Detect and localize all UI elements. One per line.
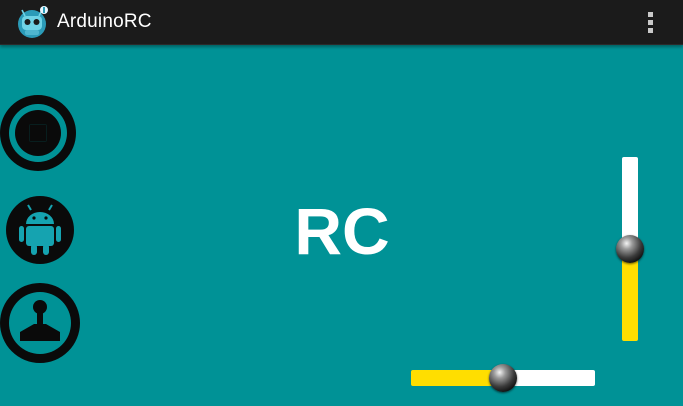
menu-dot xyxy=(647,11,653,17)
rc-label: RC xyxy=(294,194,390,268)
joystick-button[interactable] xyxy=(0,282,84,366)
stop-icon xyxy=(29,124,47,142)
overflow-menu-icon[interactable] xyxy=(638,6,662,38)
action-bar: ArduinoRC xyxy=(0,0,683,45)
app-title: ArduinoRC xyxy=(57,11,152,32)
stop-button[interactable] xyxy=(0,93,80,173)
menu-dot xyxy=(647,27,653,33)
android-button[interactable] xyxy=(4,194,76,266)
horizontal-steering-slider[interactable] xyxy=(411,364,595,392)
vertical-throttle-slider[interactable] xyxy=(616,157,644,341)
slider-thumb[interactable] xyxy=(616,235,644,263)
menu-dot xyxy=(647,19,653,25)
slider-thumb[interactable] xyxy=(489,364,517,392)
arduino-robot-icon[interactable] xyxy=(14,4,50,40)
app-screen: ArduinoRC RC xyxy=(0,0,683,406)
